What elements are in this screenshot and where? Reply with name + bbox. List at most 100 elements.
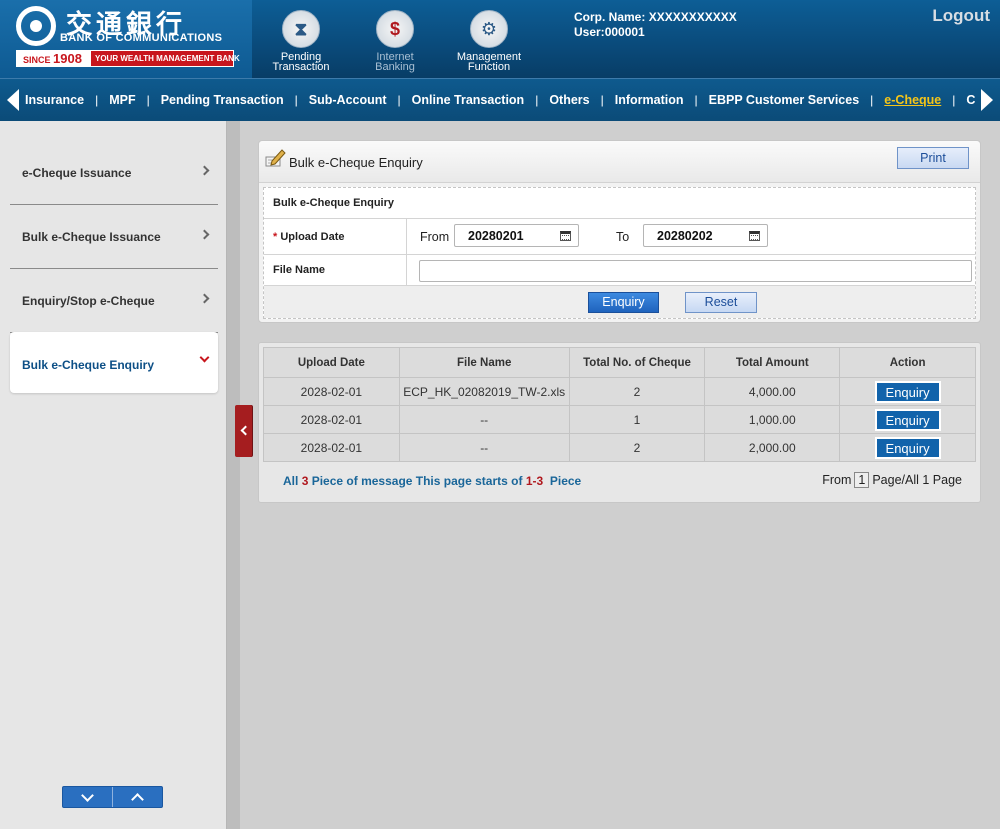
- to-date-input[interactable]: 20280202: [643, 224, 768, 247]
- menu-item-others[interactable]: Others: [549, 79, 589, 122]
- page-number-link[interactable]: 1: [854, 472, 870, 488]
- menu-item-sub-account[interactable]: Sub-Account: [309, 79, 387, 122]
- upload-date-label: * Upload Date: [273, 231, 345, 243]
- column-header: Upload Date: [263, 347, 400, 378]
- form-title-row: Bulk e-Cheque Enquiry: [264, 188, 975, 219]
- results-summary: All 3 Piece of message This page starts …: [283, 474, 582, 488]
- since-badge: SINCE 1908: [17, 51, 91, 66]
- pagination: From 1 Page/All 1 Page: [822, 472, 962, 488]
- row-enquiry-button[interactable]: Enquiry: [874, 408, 941, 431]
- menu-separator: |: [95, 93, 99, 107]
- menu-separator: |: [694, 93, 698, 107]
- menu-items: Insurance | MPF | Pending Transaction | Sub-Ac…: [25, 79, 975, 122]
- file-name-label: File Name: [273, 264, 325, 276]
- user-id: 000001: [604, 25, 645, 39]
- row-enquiry-button[interactable]: Enquiry: [874, 436, 941, 459]
- menu-item-insurance[interactable]: Insurance: [25, 79, 84, 122]
- menu-separator: |: [600, 93, 604, 107]
- file-name-cell: ECP_HK_02082019_TW-2.xls: [398, 377, 570, 406]
- monitor-dollar-icon: $: [376, 10, 414, 48]
- calendar-icon[interactable]: [749, 231, 760, 241]
- menu-separator: |: [397, 93, 401, 107]
- sidebar-item-enquiry-stop-echeque[interactable]: Enquiry/Stop e-Cheque: [10, 269, 218, 333]
- pending-transaction-shortcut[interactable]: ⧗ Pending Transaction: [261, 10, 341, 73]
- user-info: Corp. Name: XXXXXXXXXXX User:000001: [574, 10, 737, 39]
- menu-separator: |: [952, 93, 956, 107]
- column-header: Total No. of Cheque: [568, 347, 706, 378]
- hourglass-icon: ⧗: [282, 10, 320, 48]
- table-row: 2028-02-01 ECP_HK_02082019_TW-2.xls 2 4,…: [263, 377, 976, 406]
- cheque-count-cell: 2: [568, 377, 706, 406]
- amount-cell: 1,000.00: [704, 405, 841, 434]
- chevron-right-icon: [199, 293, 210, 304]
- table-row: 2028-02-01 -- 1 1,000.00 Enquiry: [263, 405, 976, 434]
- menu-item-cor[interactable]: Cor: [966, 79, 975, 122]
- sidebar-item-bulk-echeque-issuance[interactable]: Bulk e-Cheque Issuance: [10, 205, 218, 269]
- menu-scroll-right-icon[interactable]: [981, 89, 993, 111]
- column-header: Action: [839, 347, 976, 378]
- results-panel: Upload Date File Name Total No. of Chequ…: [258, 342, 981, 503]
- action-cell: Enquiry: [839, 433, 976, 462]
- from-date-input[interactable]: 20280201: [454, 224, 579, 247]
- menu-separator: |: [870, 93, 874, 107]
- page-title: Bulk e-Cheque Enquiry: [289, 155, 423, 170]
- file-name-cell: --: [398, 433, 570, 462]
- menu-item-mpf[interactable]: MPF: [109, 79, 135, 122]
- chevron-down-icon: [199, 352, 210, 363]
- form-actions-row: Enquiry Reset: [264, 286, 975, 318]
- table-row: 2028-02-01 -- 2 2,000.00 Enquiry: [263, 433, 976, 462]
- to-label: To: [616, 230, 630, 244]
- scroll-down-icon[interactable]: [63, 787, 113, 807]
- sidebar-gutter: [227, 121, 240, 829]
- file-name-input[interactable]: [419, 260, 972, 282]
- column-header: File Name: [398, 347, 570, 378]
- collapse-sidebar-icon[interactable]: [235, 405, 252, 457]
- menu-item-online-transaction[interactable]: Online Transaction: [412, 79, 525, 122]
- chevron-right-icon: [199, 229, 210, 240]
- sidebar-item-bulk-echeque-enquiry[interactable]: Bulk e-Cheque Enquiry: [10, 332, 218, 393]
- enquiry-button[interactable]: Enquiry: [588, 292, 659, 313]
- file-name-cell: --: [398, 405, 570, 434]
- menu-item-information[interactable]: Information: [615, 79, 684, 122]
- file-name-row: File Name: [264, 255, 975, 286]
- from-label: From: [420, 230, 450, 244]
- menu-item-pending-transaction[interactable]: Pending Transaction: [161, 79, 284, 122]
- results-table: Upload Date File Name Total No. of Chequ…: [263, 347, 976, 462]
- corp-name: XXXXXXXXXXX: [648, 10, 737, 24]
- management-function-shortcut[interactable]: ⚙ Management Function: [449, 10, 529, 73]
- enquiry-panel: Bulk e-Cheque Enquiry Print Bulk e-Chequ…: [258, 140, 981, 323]
- scroll-up-icon[interactable]: [113, 787, 163, 807]
- form-title: Bulk e-Cheque Enquiry: [273, 197, 395, 209]
- row-enquiry-button[interactable]: Enquiry: [874, 380, 941, 403]
- brand-tagline-bar: SINCE 1908 YOUR WEALTH MANAGEMENT BANK: [16, 50, 240, 67]
- sidebar: e-Cheque Issuance Bulk e-Cheque Issuance…: [0, 121, 227, 829]
- upload-date-row: * Upload Date From 20280201 To 20280202: [264, 219, 975, 255]
- reset-button[interactable]: Reset: [685, 292, 757, 313]
- brand-tagline: YOUR WEALTH MANAGEMENT BANK: [95, 54, 240, 63]
- enquiry-form: Bulk e-Cheque Enquiry * Upload Date From…: [263, 187, 976, 319]
- header: 交通銀行 BANK OF COMMUNICATIONS SINCE 1908 Y…: [0, 0, 1000, 78]
- upload-date-cell: 2028-02-01: [263, 433, 400, 462]
- bank-logo[interactable]: 交通銀行 BANK OF COMMUNICATIONS SINCE 1908 Y…: [0, 0, 252, 78]
- menu-item-e-cheque[interactable]: e-Cheque: [884, 79, 941, 122]
- cheque-count-cell: 2: [568, 433, 706, 462]
- table-header-row: Upload Date File Name Total No. of Chequ…: [263, 347, 976, 378]
- menu-separator: |: [146, 93, 150, 107]
- menu-scroll-left-icon[interactable]: [7, 89, 19, 111]
- logout-link[interactable]: Logout: [932, 6, 990, 26]
- calendar-icon[interactable]: [560, 231, 571, 241]
- cheque-count-cell: 1: [568, 405, 706, 434]
- amount-cell: 4,000.00: [704, 377, 841, 406]
- internet-banking-shortcut[interactable]: $ Internet Banking: [355, 10, 435, 73]
- sidebar-item-echeque-issuance[interactable]: e-Cheque Issuance: [10, 141, 218, 205]
- print-button[interactable]: Print: [897, 147, 969, 169]
- action-cell: Enquiry: [839, 377, 976, 406]
- sidebar-scroll-controls: [62, 786, 163, 808]
- menu-item-ebpp-customer-services[interactable]: EBPP Customer Services: [709, 79, 860, 122]
- amount-cell: 2,000.00: [704, 433, 841, 462]
- action-cell: Enquiry: [839, 405, 976, 434]
- panel-header: Bulk e-Cheque Enquiry Print: [259, 141, 980, 183]
- menu-separator: |: [294, 93, 298, 107]
- bank-name-english: BANK OF COMMUNICATIONS: [60, 32, 223, 44]
- menu-separator: |: [535, 93, 539, 107]
